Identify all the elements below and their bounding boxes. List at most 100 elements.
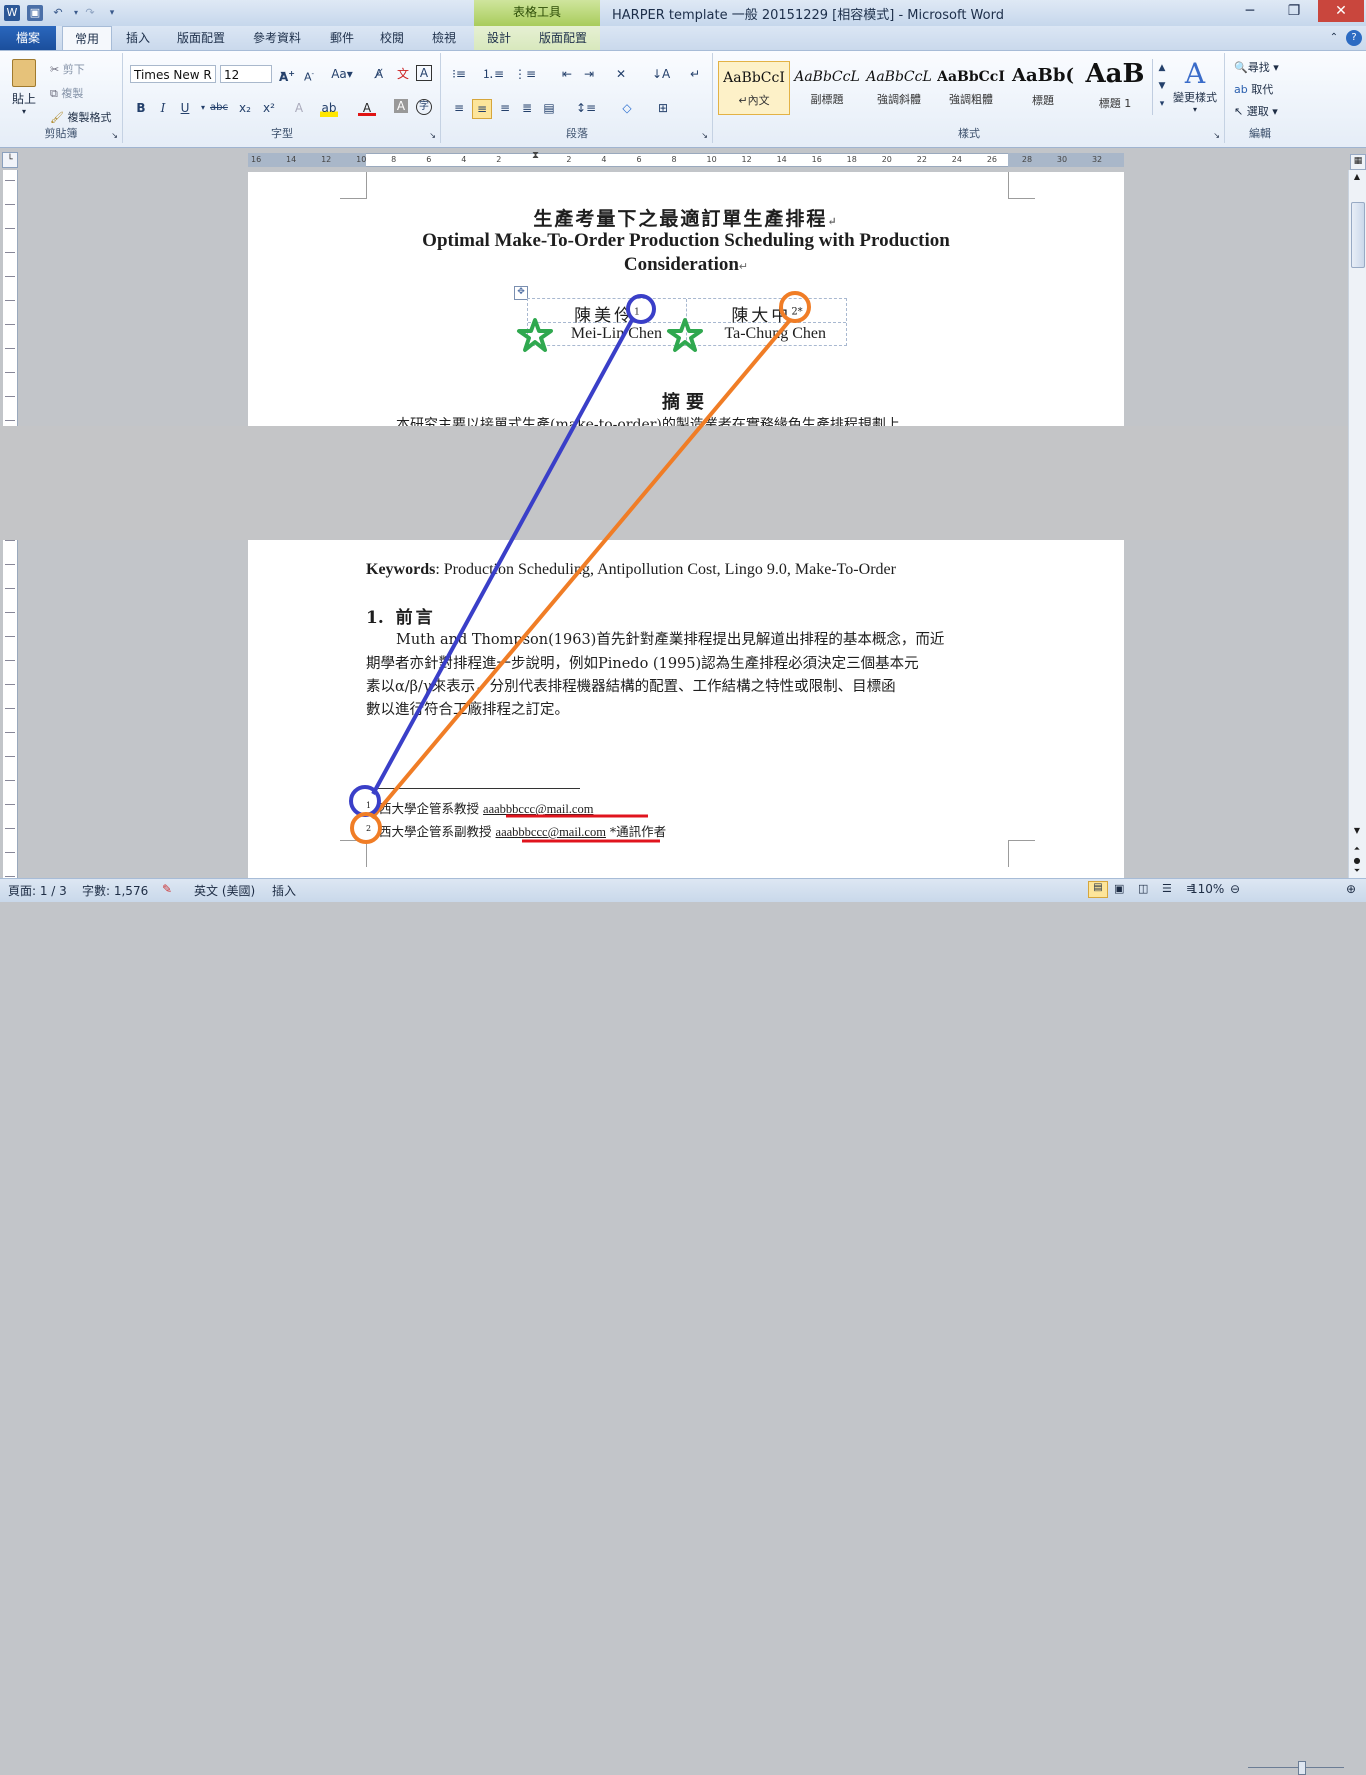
tab-table-design[interactable]: 設計 [480,26,518,50]
text-effects-icon[interactable]: A [290,99,308,117]
close-button[interactable]: ✕ [1318,0,1364,22]
style-subtitle[interactable]: AaBbCcL 副標題 [792,61,862,113]
line-spacing-icon[interactable]: ↕≡ [576,99,596,117]
indent-marker-icon[interactable]: ⧗ [532,150,539,161]
highlight-icon[interactable]: ab [320,99,338,117]
zoom-in-icon[interactable]: ⊕ [1346,882,1356,896]
char-shading-icon[interactable]: A [394,99,408,113]
tab-mailings[interactable]: 郵件 [320,26,364,50]
full-screen-view-icon[interactable]: ▣ [1114,882,1124,895]
style-title[interactable]: AaBb( 標題 [1008,61,1078,113]
word-count[interactable]: 字數: 1,576 [82,882,148,899]
decrease-indent-icon[interactable]: ⇤ [558,65,576,83]
tab-references[interactable]: 參考資料 [244,26,310,50]
author1-footnote-ref[interactable]: 1 [634,307,640,317]
customize-qat-icon[interactable]: ▾ [104,5,120,21]
cut-button[interactable]: ✂ 剪下 [50,61,85,77]
font-size-combo[interactable]: 12 [220,65,272,83]
enclose-char-icon[interactable]: 字 [416,99,432,115]
prev-page-icon[interactable]: ⏶ [1351,844,1363,854]
distributed-icon[interactable]: ▤ [540,99,558,117]
browse-object-icon[interactable]: ● [1351,856,1363,866]
find-button[interactable]: 🔍尋找 ▾ [1234,59,1279,75]
zoom-slider-thumb[interactable] [1297,1761,1306,1775]
chinese-layout-icon[interactable]: ✕ [612,65,630,83]
numbering-icon[interactable]: ⒈≡ [482,65,504,83]
tab-selector[interactable]: └ [2,152,18,168]
tab-view[interactable]: 檢視 [422,26,466,50]
scrollbar-thumb[interactable] [1351,202,1365,268]
footnote-2-email-link[interactable]: aaabbbccc@mail.com [496,825,606,839]
insert-mode-indicator[interactable]: 插入 [272,882,296,899]
vertical-scrollbar[interactable]: ▲ ▼ ⏶ ● ⏷ [1348,170,1366,878]
clipboard-launcher-icon[interactable]: ↘ [111,131,118,140]
help-icon[interactable]: ? [1346,30,1362,46]
bullets-icon[interactable]: ⁝≡ [450,65,468,83]
footnote-1-email-link[interactable]: aaabbbccc@mail.com [483,802,593,816]
minimize-button[interactable]: ─ [1228,0,1272,22]
styles-launcher-icon[interactable]: ↘ [1213,131,1220,140]
outline-view-icon[interactable]: ☰ [1162,882,1172,895]
align-left-icon[interactable]: ≡ [450,99,468,117]
font-color-icon[interactable]: A [358,99,376,116]
format-painter-button[interactable]: 🖌 複製格式 [50,109,111,125]
style-normal[interactable]: AaBbCcI ↵內文 [718,61,790,115]
author2-footnote-ref[interactable]: 2* [791,306,802,317]
replace-button[interactable]: ab 取代 [1234,81,1273,97]
scroll-down-icon[interactable]: ▼ [1351,826,1363,836]
table-move-handle-icon[interactable]: ✥ [514,286,528,300]
zoom-level[interactable]: 110% [1188,882,1224,896]
sort-icon[interactable]: ↓A [652,65,670,83]
font-launcher-icon[interactable]: ↘ [429,131,436,140]
horizontal-ruler[interactable]: 16 14 12 10 8 6 4 2 2 4 6 8 10 12 14 16 18 20 22 24 26 28 30 32 [248,153,1124,167]
copy-button[interactable]: ⧉ 複製 [50,85,83,101]
underline-button[interactable]: U [176,99,194,117]
tab-insert[interactable]: 插入 [116,26,160,50]
show-marks-icon[interactable]: ↵ [686,65,704,83]
justify-icon[interactable]: ≣ [518,99,536,117]
redo-icon[interactable]: ↷ [82,5,98,21]
zoom-out-icon[interactable]: ⊖ [1230,882,1240,896]
strikethrough-button[interactable]: abc [208,99,230,117]
tab-review[interactable]: 校閱 [370,26,414,50]
grow-font-icon[interactable]: A+ [278,65,296,84]
paragraph-launcher-icon[interactable]: ↘ [701,131,708,140]
subscript-button[interactable]: x₂ [236,99,254,117]
tab-home[interactable]: 常用 [62,26,112,51]
web-layout-view-icon[interactable]: ◫ [1138,882,1148,895]
proofing-icon[interactable]: ✎ [162,882,172,896]
borders-icon[interactable]: ⊞ [654,99,672,117]
minimize-ribbon-icon[interactable]: ⌃ [1326,26,1342,50]
word-app-icon[interactable]: W [4,5,20,21]
author-table[interactable]: 陳美伶1 陳大中2* Mei-Lin Chen Ta-Chung Chen [527,298,847,346]
clear-formatting-icon[interactable]: A̸ [370,65,388,83]
zoom-slider-track[interactable] [1248,1767,1344,1768]
increase-indent-icon[interactable]: ⇥ [580,65,598,83]
undo-icon[interactable]: ↶ [50,5,66,21]
tab-table-layout[interactable]: 版面配置 [530,26,596,50]
view-ruler-icon[interactable]: ▦ [1350,154,1366,170]
shading-icon[interactable]: ◇ [618,99,636,117]
align-center-icon[interactable]: ≡ [472,99,492,119]
char-border-icon[interactable]: A [416,65,432,81]
scroll-up-icon[interactable]: ▲ [1351,172,1363,182]
style-strong[interactable]: AaBbCcI 強調粗體 [936,61,1006,113]
style-heading1[interactable]: AaB 標題 1 [1080,59,1150,113]
styles-scroll-icon[interactable]: ▲ ▼ ▾ [1152,59,1171,115]
style-emphasis[interactable]: AaBbCcL 強調斜體 [864,61,934,113]
phonetic-guide-icon[interactable]: 文 [394,65,412,83]
restore-button[interactable]: ❐ [1272,0,1316,22]
next-page-icon[interactable]: ⏷ [1351,866,1363,876]
bold-button[interactable]: B [132,99,150,117]
change-case-icon[interactable]: Aa▾ [330,65,354,83]
print-layout-view-icon[interactable]: ▤ [1088,881,1108,898]
language-indicator[interactable]: 英文 (美國) [194,882,255,899]
italic-button[interactable]: I [154,99,172,117]
align-right-icon[interactable]: ≡ [496,99,514,117]
superscript-button[interactable]: x² [260,99,278,117]
select-button[interactable]: ↖ 選取 ▾ [1234,103,1278,119]
save-icon[interactable]: ▣ [27,5,43,21]
tab-file[interactable]: 檔案 [0,26,56,50]
tab-page-layout[interactable]: 版面配置 [168,26,234,50]
page-indicator[interactable]: 頁面: 1 / 3 [8,882,67,899]
